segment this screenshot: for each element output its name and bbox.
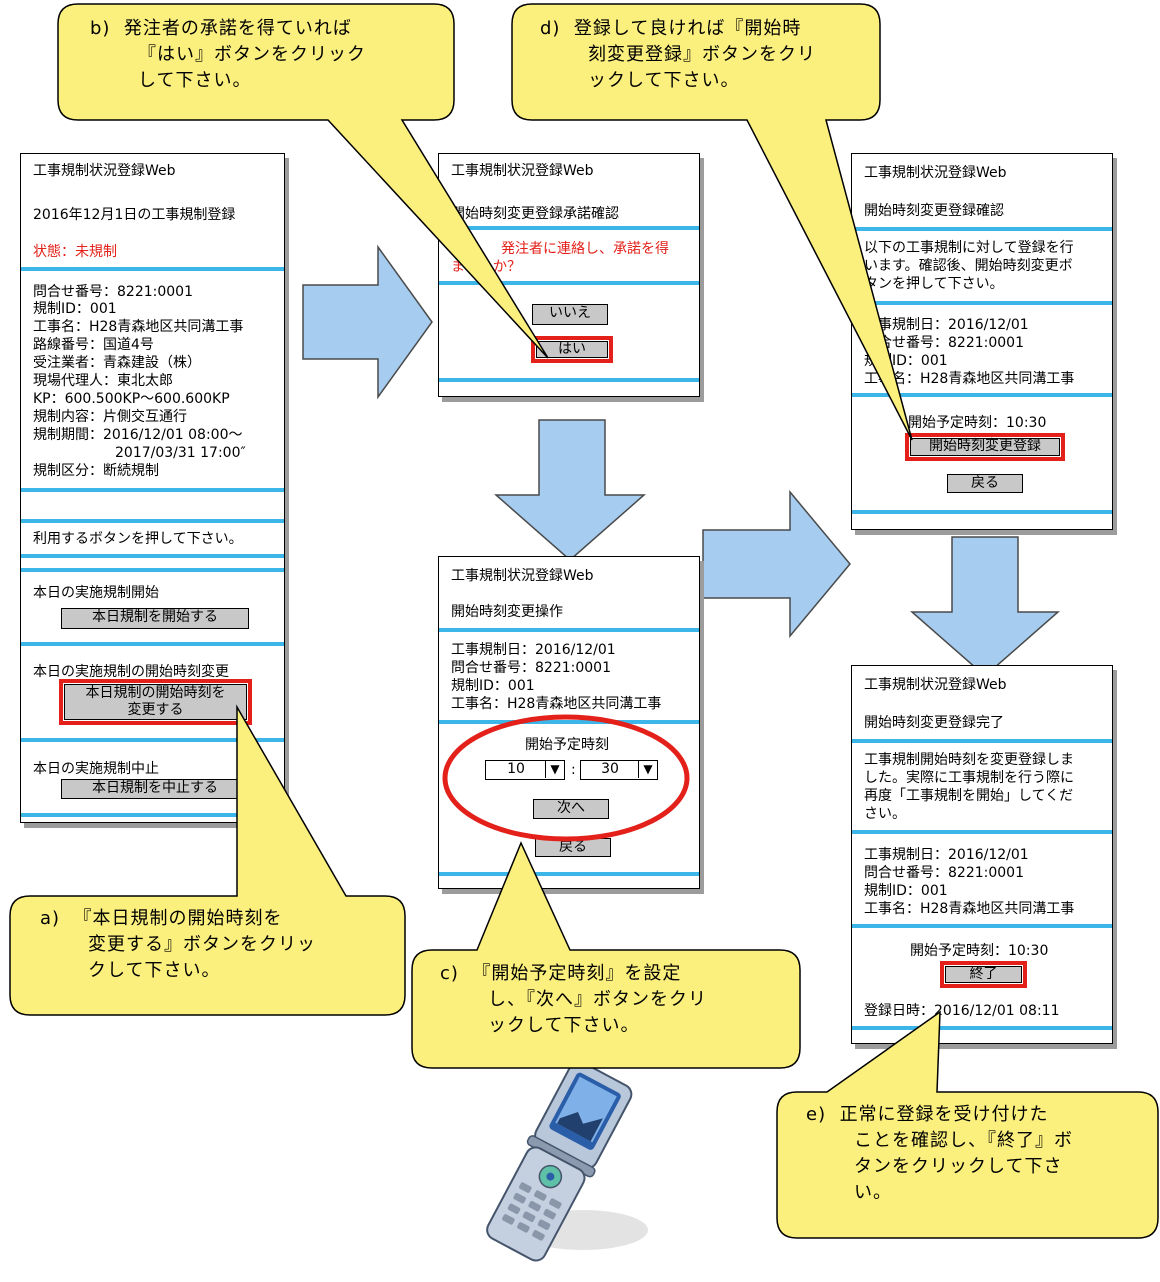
callout-line: 『本日規制の開始時刻を — [73, 908, 283, 929]
callout-line: 『開始予定時刻』を設定 — [472, 963, 682, 984]
callout-balloons — [9, 3, 1159, 1239]
callout-marker: d) — [540, 18, 561, 39]
callout-line: 刻変更登録』ボタンをクリ — [588, 44, 816, 65]
callout-line: ックして下さい。 — [488, 1015, 640, 1036]
callout-line: 変更する』ボタンをクリッ — [88, 934, 316, 955]
callout-line: 発注者の承諾を得ていれば — [123, 18, 352, 39]
callout-line: 正常に登録を受け付けた — [839, 1104, 1049, 1125]
callout-line: 登録して良ければ『開始時 — [573, 18, 802, 39]
callout-d-text: d) 登録して良ければ『開始時 刻変更登録』ボタンをクリ ックして下さい。 — [540, 16, 816, 94]
callout-e-text: e) 正常に登録を受け付けた ことを確認し、『終了』ボ タンをクリックして下さ … — [806, 1102, 1073, 1206]
callout-line: い。 — [854, 1182, 892, 1203]
callout-line: ことを確認し、『終了』ボ — [854, 1130, 1073, 1151]
callout-a-text: a) 『本日規制の開始時刻を 変更する』ボタンをクリッ クして下さい。 — [40, 906, 316, 984]
callout-line: ックして下さい。 — [588, 70, 740, 91]
callout-line: クして下さい。 — [88, 960, 221, 981]
callout-marker: b) — [90, 18, 111, 39]
callout-marker: e) — [806, 1104, 827, 1125]
callout-c-text: c) 『開始予定時刻』を設定 し、『次へ』ボタンをクリ ックして下さい。 — [440, 961, 707, 1039]
callout-line: し、『次へ』ボタンをクリ — [488, 989, 707, 1010]
callout-marker: a) — [40, 908, 61, 929]
callout-line: タンをクリックして下さ — [854, 1156, 1063, 1177]
callout-marker: c) — [440, 963, 459, 984]
callout-b-text: b) 発注者の承諾を得ていれば 『はい』ボタンをクリック して下さい。 — [90, 16, 366, 94]
callout-line: して下さい。 — [138, 70, 252, 91]
callout-line: 『はい』ボタンをクリック — [138, 44, 366, 65]
